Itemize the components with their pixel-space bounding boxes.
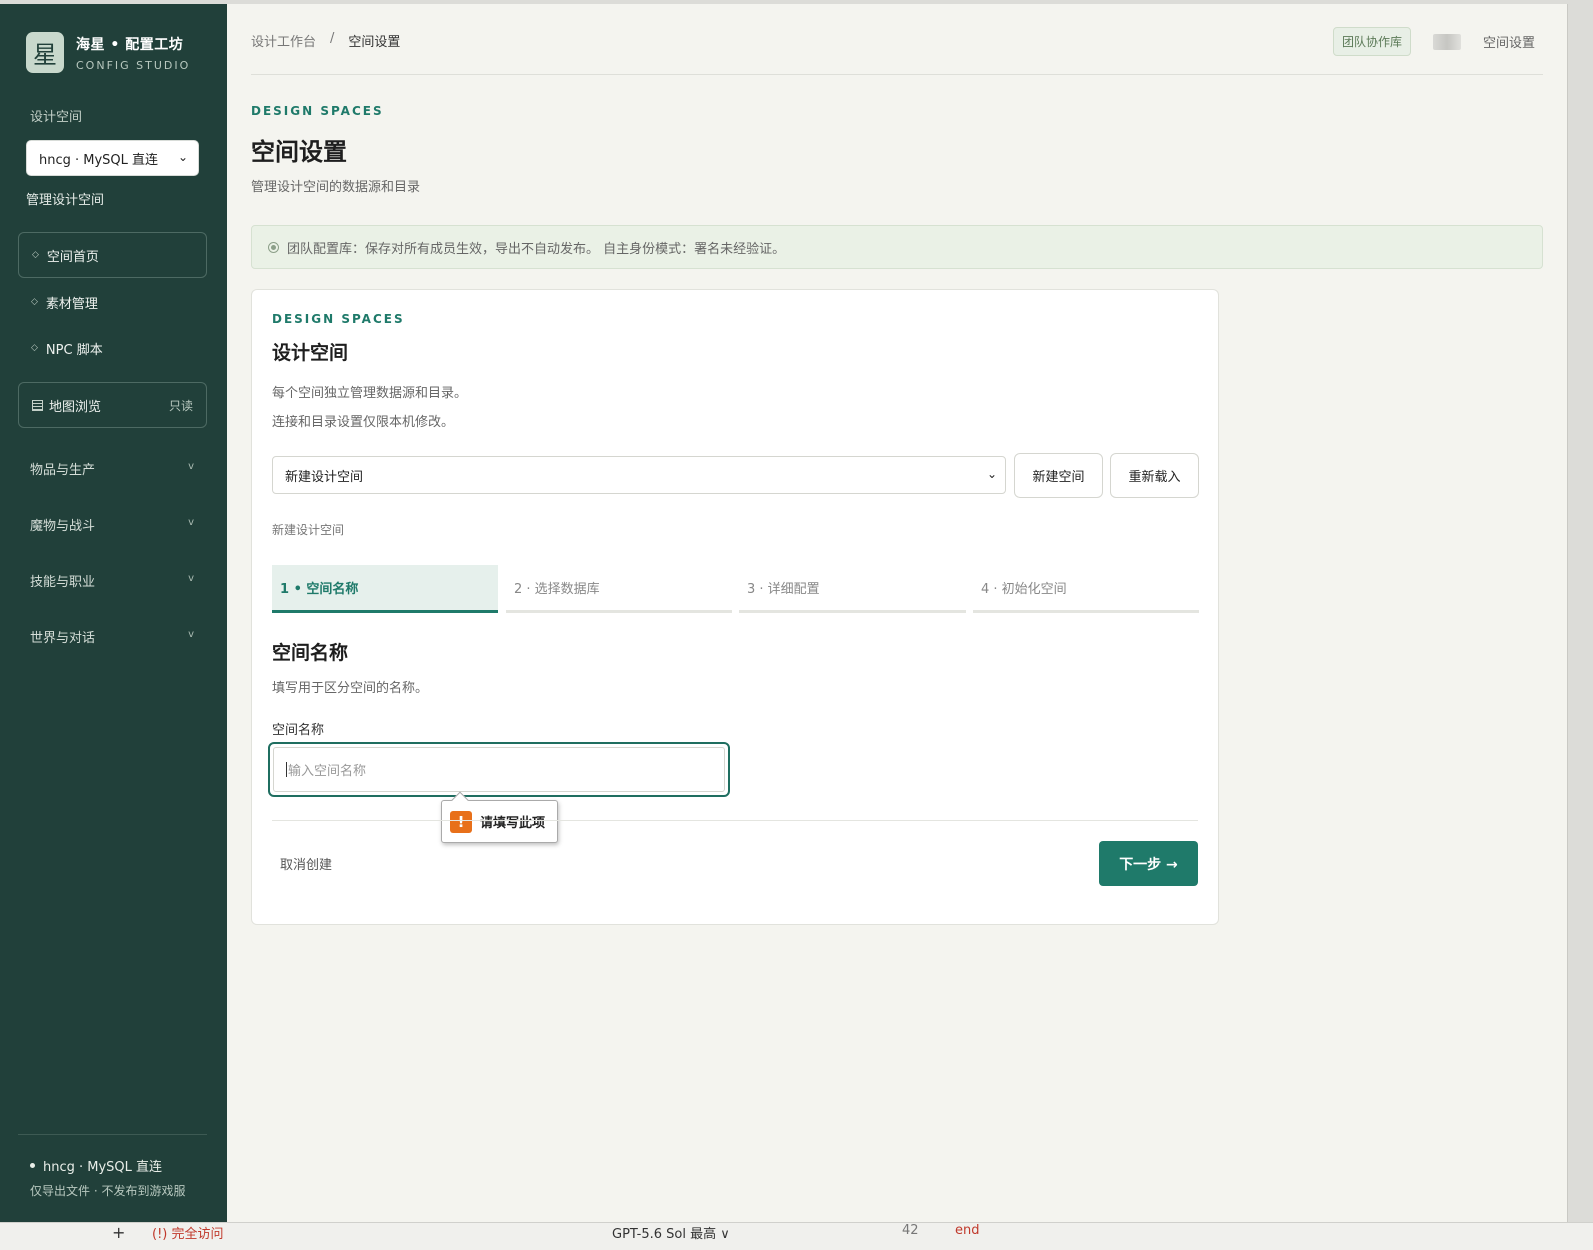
card-eyebrow: DESIGN SPACES — [272, 312, 405, 326]
end-keyword: end — [955, 1223, 980, 1238]
sidebar-item-assets[interactable]: ◇ 素材管理 — [18, 279, 207, 325]
avatar[interactable] — [1432, 33, 1461, 50]
chevron-down-icon: ⌄ — [177, 150, 188, 164]
full-access-status[interactable]: (!) 完全访问 — [152, 1223, 224, 1242]
sidebar-item-map-browse[interactable]: 地图浏览 只读 — [18, 382, 207, 428]
app-window: 星 海星 • 配置工坊 CONFIG STUDIO 设计空间 hncg · My… — [0, 4, 1568, 1222]
step-3-tab[interactable]: 3 · 详细配置 — [739, 565, 966, 613]
line-number: 42 — [902, 1223, 919, 1238]
workspace-select-value: hncg · MySQL 直连 — [39, 152, 159, 168]
breadcrumb-current: 空间设置 — [348, 35, 401, 50]
sidebar-group-label: 世界与对话 — [30, 631, 96, 646]
model-selector[interactable]: GPT-5.6 Sol 最高 ∨ — [612, 1223, 730, 1242]
section-title: 空间名称 — [272, 642, 349, 664]
space-settings-link[interactable]: 空间设置 — [1483, 32, 1535, 51]
sidebar-item-label: 空间首页 — [46, 249, 99, 265]
cancel-create-button[interactable]: 取消创建 — [280, 854, 332, 873]
diamond-icon: ◇ — [32, 250, 39, 260]
page-subtitle: 管理设计空间的数据源和目录 — [251, 180, 421, 195]
next-step-button[interactable]: 下一步 → — [1099, 841, 1198, 886]
step-2-tab[interactable]: 2 · 选择数据库 — [506, 565, 732, 613]
header-actions: 团队协作库 空间设置 — [1332, 27, 1535, 56]
readonly-badge: 只读 — [168, 398, 193, 413]
chevron-down-icon: v — [188, 629, 194, 640]
step-4-tab[interactable]: 4 · 初始化空间 — [973, 565, 1199, 613]
sidebar-group-label: 技能与职业 — [30, 575, 96, 590]
sidebar-group-label: 物品与生产 — [30, 463, 96, 478]
card-divider — [272, 820, 1198, 821]
workspace-select[interactable]: hncg · MySQL 直连 ⌄ — [26, 140, 199, 176]
sidebar-item-home[interactable]: ◇ 空间首页 — [18, 232, 207, 278]
validation-tooltip: ! 请填写此项 — [441, 800, 558, 843]
team-library-badge: 团队协作库 — [1332, 27, 1411, 56]
chevron-down-icon: v — [188, 517, 194, 528]
sidebar-group-label: 魔物与战斗 — [30, 519, 96, 534]
connection-label: hncg · MySQL 直连 — [43, 1160, 163, 1175]
breadcrumb-separator: / — [330, 31, 335, 46]
section-description: 填写用于区分空间的名称。 — [272, 681, 429, 696]
space-name-placeholder: 输入空间名称 — [288, 764, 367, 779]
space-name-input[interactable]: 输入空间名称 — [268, 742, 730, 797]
sidebar-item-label: 素材管理 — [45, 296, 98, 312]
card-description: 每个空间独立管理数据源和目录。 — [272, 386, 468, 401]
manage-spaces-link[interactable]: 管理设计空间 — [26, 189, 104, 208]
sidebar-group-skills[interactable]: 技能与职业 v — [30, 571, 198, 590]
status-dot-icon — [30, 1163, 35, 1168]
card-title: 设计空间 — [272, 342, 349, 364]
sidebar-item-npc-scripts[interactable]: ◇ NPC 脚本 — [18, 325, 207, 371]
header-divider — [251, 74, 1543, 75]
card-description-note: 连接和目录设置仅限本机修改。 — [272, 415, 455, 430]
sidebar-item-label: NPC 脚本 — [45, 342, 103, 358]
diamond-icon: ◇ — [31, 343, 38, 353]
new-space-button[interactable]: 新建空间 — [1014, 453, 1103, 498]
notice-text: 团队配置库：保存对所有成员生效，导出不自动发布。 自主身份模式：署名未经验证。 — [287, 241, 786, 257]
breadcrumb: 设计工作台 / 空间设置 — [251, 31, 400, 50]
space-select-value: 新建设计空间 — [285, 469, 364, 485]
sidebar-group-monsters[interactable]: 魔物与战斗 v — [30, 515, 198, 534]
notice-banner: 团队配置库：保存对所有成员生效，导出不自动发布。 自主身份模式：署名未经验证。 — [251, 225, 1543, 269]
text-caret — [286, 762, 287, 777]
space-select[interactable]: 新建设计空间 ⌄ — [272, 456, 1006, 494]
connection-note: 仅导出文件 · 不发布到游戏服 — [30, 1184, 186, 1198]
brand-subtitle: CONFIG STUDIO — [76, 58, 191, 72]
brand-title: 海星 • 配置工坊 — [76, 36, 184, 53]
reload-button[interactable]: 重新载入 — [1110, 453, 1199, 498]
sidebar-item-label: 地图浏览 — [49, 399, 102, 415]
step-1-tab[interactable]: 1 • 空间名称 — [272, 565, 498, 613]
chevron-down-icon: v — [188, 461, 194, 472]
sidebar: 星 海星 • 配置工坊 CONFIG STUDIO 设计空间 hncg · My… — [0, 4, 227, 1222]
sidebar-divider — [18, 1134, 207, 1135]
brand[interactable]: 星 海星 • 配置工坊 CONFIG STUDIO — [26, 32, 190, 73]
sidebar-group-world[interactable]: 世界与对话 v — [30, 627, 198, 646]
chevron-down-icon: v — [188, 573, 194, 584]
page-title: 空间设置 — [251, 138, 347, 166]
add-icon[interactable]: + — [112, 1223, 125, 1242]
page-eyebrow: DESIGN SPACES — [251, 104, 384, 118]
logo-icon: 星 — [26, 32, 64, 73]
workspace-section-label: 设计空间 — [30, 110, 83, 125]
space-name-label: 空间名称 — [272, 723, 325, 738]
mode-label: 新建设计空间 — [272, 523, 345, 537]
main-content: 设计工作台 / 空间设置 团队协作库 空间设置 DESIGN SPACES 空间… — [227, 4, 1567, 1222]
validation-message: 请填写此项 — [480, 816, 546, 831]
breadcrumb-workbench[interactable]: 设计工作台 — [251, 31, 316, 50]
map-icon — [32, 399, 43, 411]
design-spaces-card: DESIGN SPACES 设计空间 每个空间独立管理数据源和目录。 连接和目录… — [251, 289, 1219, 925]
taskbar: + (!) 完全访问 GPT-5.6 Sol 最高 ∨ 42 end — [0, 1222, 1593, 1250]
radio-icon — [268, 241, 279, 253]
chevron-down-icon: ⌄ — [986, 467, 997, 481]
warning-icon: ! — [450, 810, 472, 833]
sidebar-group-items[interactable]: 物品与生产 v — [30, 459, 198, 478]
connection-status: hncg · MySQL 直连 — [30, 1156, 162, 1175]
diamond-icon: ◇ — [31, 297, 38, 307]
